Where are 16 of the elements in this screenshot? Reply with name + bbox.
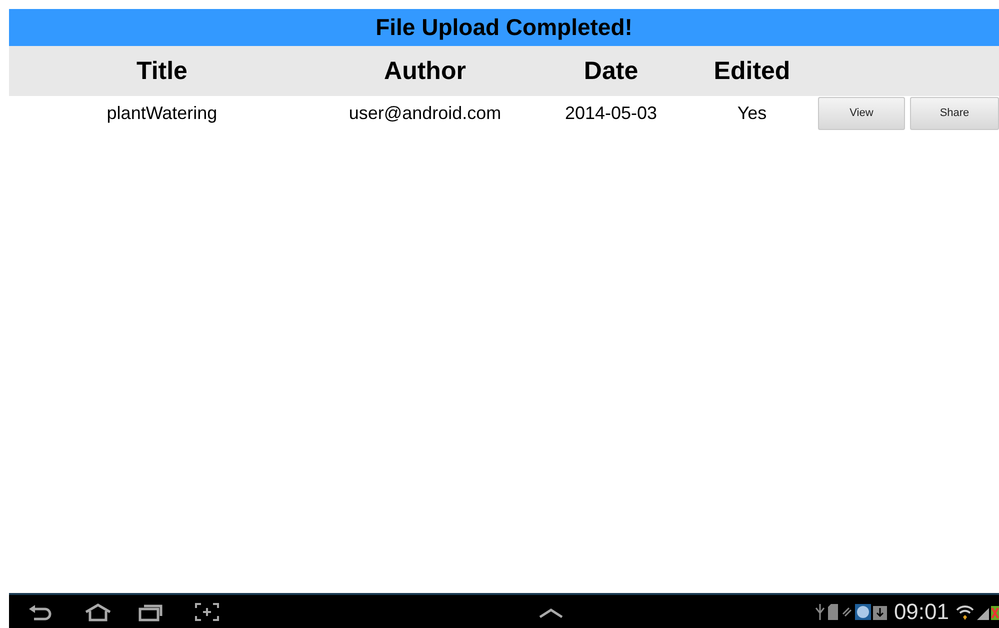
table-cell-text: plantWatering <box>106 102 218 124</box>
home-icon[interactable] <box>83 602 113 622</box>
column-header: Author <box>383 56 467 86</box>
column-header: Date <box>582 56 640 86</box>
usb-icon <box>814 602 826 622</box>
table-cell-text: Yes <box>736 102 768 124</box>
column-header: Edited <box>712 56 792 86</box>
share-button[interactable]: Share <box>910 96 999 130</box>
table-cell-text: 2014-05-03 <box>564 102 658 124</box>
view-button[interactable]: View <box>818 96 905 130</box>
column-header: Title <box>136 56 188 86</box>
sd-card-icon <box>826 602 840 622</box>
banner-title: File Upload Completed! <box>9 9 999 46</box>
screenshot-icon[interactable] <box>194 602 220 622</box>
table-cell-text: user@android.com <box>348 102 502 124</box>
clock-time: 09:01 <box>894 598 949 624</box>
